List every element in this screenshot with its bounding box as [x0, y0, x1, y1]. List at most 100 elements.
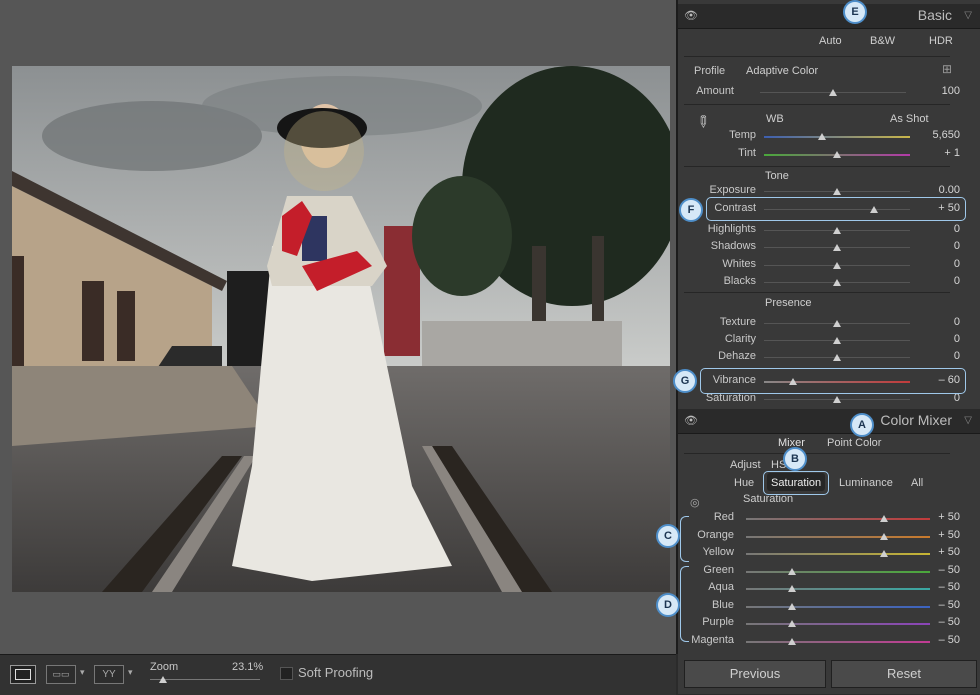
amount-slider-thumb[interactable]: [829, 89, 837, 96]
temp-slider-thumb[interactable]: [818, 133, 827, 140]
channel-purple-label: Purple: [702, 616, 734, 628]
channel-blue-value[interactable]: – 50: [920, 599, 960, 611]
channel-purple-slider-thumb[interactable]: [788, 620, 796, 627]
dehaze-slider-thumb[interactable]: [833, 354, 841, 361]
exposure-value[interactable]: 0.00: [920, 184, 960, 196]
zoom-value: 23.1%: [232, 661, 264, 673]
channel-aqua-value[interactable]: – 50: [920, 581, 960, 593]
auto-button[interactable]: Auto: [819, 35, 842, 47]
callout-e: E: [843, 0, 867, 24]
exposure-label: Exposure: [709, 184, 756, 196]
channel-green-slider-track[interactable]: [746, 571, 930, 573]
exposure-slider-thumb[interactable]: [833, 188, 841, 195]
target-adjust-icon[interactable]: ◎: [690, 496, 700, 509]
mode-all[interactable]: All: [911, 477, 923, 489]
soft-proofing-checkbox[interactable]: [280, 667, 293, 680]
presence-header: Presence: [765, 297, 812, 309]
channel-orange-slider-thumb[interactable]: [880, 533, 888, 540]
collapse-triangle-icon[interactable]: ▽: [964, 10, 972, 21]
vibrance-highlight: [700, 368, 966, 394]
tone-header: Tone: [765, 170, 789, 182]
photo-viewer: [0, 0, 678, 654]
basic-panel-header[interactable]: 👁 Basic ▽: [678, 4, 980, 29]
photo-preview[interactable]: [12, 66, 670, 592]
channel-magenta-value[interactable]: – 50: [920, 634, 960, 646]
channel-yellow-value[interactable]: + 50: [920, 546, 960, 558]
wb-dropdown[interactable]: As Shot: [890, 113, 929, 125]
color-mixer-panel-header[interactable]: 👁 Color Mixer ▽: [678, 409, 980, 434]
mode-hue[interactable]: Hue: [734, 477, 754, 489]
tint-label: Tint: [738, 147, 756, 159]
channel-green-slider-thumb[interactable]: [788, 568, 796, 575]
channel-magenta-slider-track[interactable]: [746, 641, 930, 643]
channel-blue-slider-track[interactable]: [746, 606, 930, 608]
whites-value[interactable]: 0: [920, 258, 960, 270]
channel-orange-slider-track[interactable]: [746, 536, 930, 538]
eye-icon[interactable]: 👁: [684, 414, 698, 427]
shadows-value[interactable]: 0: [920, 240, 960, 252]
channel-aqua-slider-thumb[interactable]: [788, 585, 796, 592]
loupe-view-icon: [15, 669, 31, 680]
blacks-value[interactable]: 0: [920, 275, 960, 287]
tab-point-color[interactable]: Point Color: [827, 437, 881, 449]
profile-label: Profile: [694, 65, 726, 77]
basic-panel-title: Basic: [917, 7, 952, 23]
amount-value[interactable]: 100: [920, 85, 960, 97]
before-after-menu-icon[interactable]: ▾: [80, 667, 85, 678]
compare-view-button[interactable]: YY: [94, 665, 124, 684]
channel-yellow-slider-track[interactable]: [746, 553, 930, 555]
channel-blue-label: Blue: [711, 599, 734, 611]
compare-menu-icon[interactable]: ▾: [128, 667, 133, 678]
zoom-slider-thumb[interactable]: [159, 676, 168, 683]
profile-browser-icon[interactable]: ⊞: [942, 62, 952, 76]
highlights-value[interactable]: 0: [920, 223, 960, 235]
temp-slider-track[interactable]: [764, 136, 910, 138]
soft-proofing-label: Soft Proofing: [298, 665, 374, 680]
reset-button[interactable]: Reset: [831, 660, 977, 688]
photo-image: [12, 66, 670, 592]
before-after-button[interactable]: ▭▭: [46, 665, 76, 684]
temp-value[interactable]: 5,650: [920, 129, 960, 141]
channel-yellow-slider-thumb[interactable]: [880, 550, 888, 557]
channel-orange-value[interactable]: + 50: [920, 529, 960, 541]
loupe-view-button[interactable]: [10, 665, 36, 684]
shadows-slider-thumb[interactable]: [833, 244, 841, 251]
cool-channels-bracket: [680, 566, 689, 642]
channel-purple-slider-track[interactable]: [746, 623, 930, 625]
profile-dropdown[interactable]: Adaptive Color: [746, 65, 818, 77]
collapse-triangle-icon[interactable]: ▽: [964, 415, 972, 426]
channel-magenta-slider-thumb[interactable]: [788, 638, 796, 645]
previous-button[interactable]: Previous: [684, 660, 826, 688]
channel-aqua-slider-track[interactable]: [746, 588, 930, 590]
highlights-label: Highlights: [707, 223, 756, 235]
highlights-slider-thumb[interactable]: [833, 227, 841, 234]
shadows-label: Shadows: [710, 240, 756, 252]
texture-value[interactable]: 0: [920, 316, 960, 328]
hdr-button[interactable]: HDR: [929, 35, 953, 47]
tint-value[interactable]: + 1: [920, 147, 960, 159]
color-mixer-title: Color Mixer: [880, 412, 952, 428]
clarity-value[interactable]: 0: [920, 333, 960, 345]
channel-red-slider-thumb[interactable]: [880, 515, 888, 522]
eye-icon[interactable]: 👁: [684, 9, 698, 22]
channel-red-value[interactable]: + 50: [920, 511, 960, 523]
channel-green-value[interactable]: – 50: [920, 564, 960, 576]
dehaze-value[interactable]: 0: [920, 350, 960, 362]
whites-slider-thumb[interactable]: [833, 262, 841, 269]
blacks-slider-thumb[interactable]: [833, 279, 841, 286]
channel-purple-value[interactable]: – 50: [920, 616, 960, 628]
channel-red-slider-track[interactable]: [746, 518, 930, 520]
clarity-slider-thumb[interactable]: [833, 337, 841, 344]
channel-green-label: Green: [703, 564, 734, 576]
tint-slider-thumb[interactable]: [833, 151, 841, 158]
callout-c: C: [656, 524, 680, 548]
callout-f: F: [679, 198, 703, 222]
texture-slider-thumb[interactable]: [833, 320, 841, 327]
bw-button[interactable]: B&W: [870, 35, 895, 47]
mode-luminance[interactable]: Luminance: [839, 477, 893, 489]
callout-b: B: [783, 447, 807, 471]
blacks-label: Blacks: [723, 275, 756, 287]
channel-blue-slider-thumb[interactable]: [788, 603, 796, 610]
amount-label: Amount: [696, 85, 734, 97]
saturation-slider-thumb[interactable]: [833, 396, 841, 403]
